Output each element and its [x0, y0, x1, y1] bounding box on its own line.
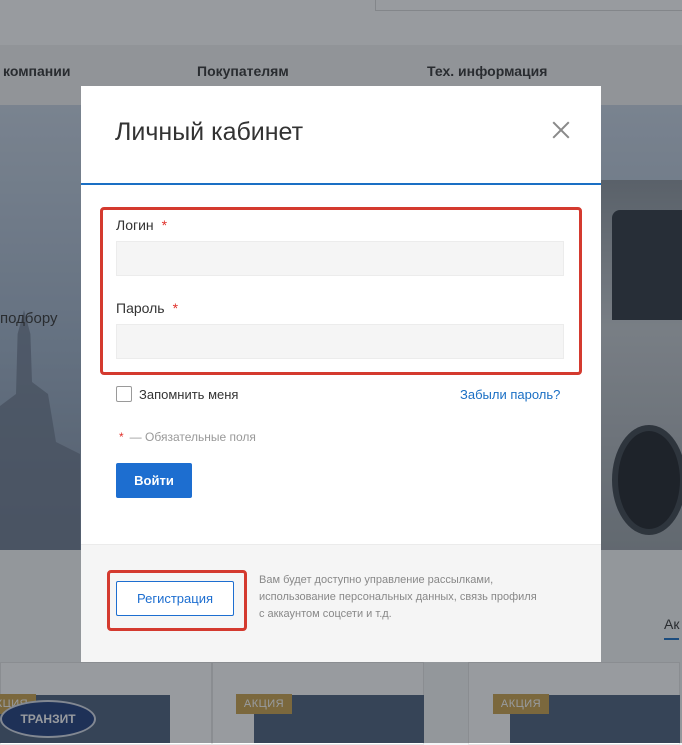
- forgot-password-link[interactable]: Забыли пароль?: [460, 387, 560, 402]
- login-modal: Личный кабинет Логин * Пароль * Запомнить …: [81, 86, 601, 662]
- close-icon[interactable]: [549, 118, 573, 142]
- modal-title: Личный кабинет: [115, 118, 304, 146]
- remember-me-label[interactable]: Запомнить меня: [139, 387, 238, 402]
- required-note-text: — Обязательные поля: [129, 430, 256, 444]
- remember-me-checkbox[interactable]: [116, 386, 132, 402]
- required-mark: *: [119, 430, 124, 444]
- modal-header: Личный кабинет: [81, 86, 601, 185]
- register-highlight-box: [107, 570, 247, 631]
- fields-highlight-box: [100, 207, 582, 375]
- register-description: Вам будет доступно управление рассылками…: [259, 574, 537, 620]
- login-submit-button[interactable]: Войти: [116, 463, 192, 498]
- required-fields-note: * — Обязательные поля: [119, 430, 256, 444]
